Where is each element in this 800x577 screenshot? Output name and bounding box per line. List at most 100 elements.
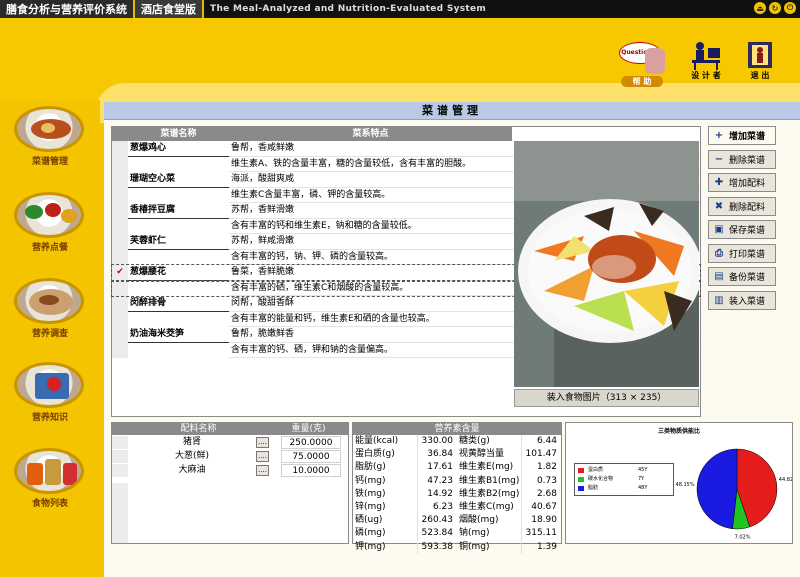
- pie-slice-label: 48.15%: [676, 482, 695, 488]
- nutrient-value: 0.73: [521, 474, 561, 488]
- button-label: 装入菜谱: [729, 296, 766, 307]
- browse-button[interactable]: ....: [256, 451, 269, 462]
- pie-slice-label: 7.02%: [735, 535, 751, 541]
- nutrient-row: 锌(mg) 6.23: [353, 500, 457, 515]
- sidebar-item-nutrition-knowledge[interactable]: 营养知识: [14, 362, 86, 423]
- nutrient-row: 视黄醇当量 101.47: [457, 448, 561, 462]
- button-label: 增加配料: [729, 179, 766, 189]
- exit-button[interactable]: 退 出: [738, 40, 782, 81]
- main-area: 菜谱管理 菜谱名称 菜系特点 葱爆鸡心 鲁帮，香咸鲜嫩 维生素A、铁的含量丰富，糖的…: [104, 102, 800, 577]
- ingredient-rows: 猪肾.... 250.0000 大葱(鲜).... 75.0000 大麻油.... 10.…: [112, 436, 348, 477]
- nutrient-label: 钠(mg): [459, 528, 490, 539]
- english-title: The Meal-Analyzed and Nutrition-Evaluate…: [210, 4, 487, 14]
- ingredient-name: 大葱(鲜): [174, 451, 210, 461]
- nutrient-row: 脂肪(g) 17.61: [353, 461, 457, 475]
- nutrients-left-column: 能量(kcal) 330.00 蛋白质(g) 36.84 脂肪(g) 17.61 钙(mg)…: [353, 435, 457, 554]
- nutrient-value: 330.00: [417, 435, 457, 449]
- app-title: 膳食分析与营养评价系统: [0, 0, 135, 18]
- save-recipe-button[interactable]: ▣ 保存菜谱: [708, 220, 776, 239]
- nutrient-row: 能量(kcal) 330.00: [353, 435, 457, 449]
- nutrients-title: 营养素含量: [353, 423, 561, 435]
- minimize-icon[interactable]: ⏏: [754, 2, 766, 14]
- edition-title: 酒店食堂版: [135, 0, 204, 18]
- nutrient-label: 维生素B1(mg): [459, 475, 520, 486]
- help-label: 帮 助: [621, 76, 663, 87]
- ingredient-row[interactable]: 大葱(鲜).... 75.0000: [112, 450, 348, 463]
- sidebar-item-recipe-management[interactable]: 菜谱管理: [14, 106, 86, 167]
- power-icon[interactable]: ⏻: [784, 2, 796, 14]
- nutrient-row: 钙(mg) 47.23: [353, 474, 457, 488]
- pie-slice-2: [696, 448, 738, 530]
- designer-label: 设 计 者: [691, 71, 721, 80]
- col-recipe-features: 菜系特点: [352, 129, 389, 139]
- backup-icon: ▤: [714, 271, 724, 282]
- button-label: 打印菜谱: [729, 249, 766, 260]
- energy-ratio-chart: 三类物质供能比 蛋白质45Y碳水化合物7Y脂肪48Y 44.82%7.02%48…: [565, 422, 793, 544]
- sidebar-item-label: 营养点餐: [31, 243, 68, 253]
- browse-button[interactable]: ....: [256, 437, 269, 448]
- sidebar-item-meal-ordering[interactable]: 营养点餐: [14, 192, 86, 253]
- nutrient-label: 蛋白质(g): [355, 449, 395, 460]
- nutrient-label: 烟酸(mg): [459, 515, 499, 526]
- nutrients-panel: 营养素含量 能量(kcal) 330.00 蛋白质(g) 36.84 脂肪(g) 17.6…: [352, 422, 562, 554]
- plus-icon: +: [714, 130, 724, 141]
- nutrient-label: 钙(mg): [355, 475, 386, 486]
- recipe-name: 葱爆腰花: [128, 265, 229, 281]
- backup-recipe-button[interactable]: ▤ 备份菜谱: [708, 267, 776, 286]
- food-photo[interactable]: [514, 141, 699, 387]
- load-photo-button[interactable]: 装入食物图片（313 × 235）: [514, 389, 699, 407]
- sidebar-item-label: 食物列表: [31, 499, 68, 509]
- designer-button[interactable]: 设 计 者: [684, 40, 728, 81]
- help-icon: Questions?: [617, 40, 667, 76]
- exit-label: 退 出: [750, 71, 770, 80]
- browse-button[interactable]: ....: [256, 465, 269, 476]
- title-bar: 膳食分析与营养评价系统 酒店食堂版 The Meal-Analyzed and …: [0, 0, 800, 18]
- nutrient-label: 磷(mg): [355, 528, 386, 539]
- help-button[interactable]: Questions? 帮 助: [614, 40, 670, 87]
- nutrient-value: 101.47: [521, 448, 561, 462]
- nutrient-value: 47.23: [417, 474, 457, 488]
- save-icon: ▣: [714, 224, 724, 235]
- ingredient-weight[interactable]: 75.0000: [281, 450, 341, 463]
- nutrient-label: 脂肪(g): [355, 462, 386, 473]
- add-recipe-button[interactable]: + 增加菜谱: [708, 126, 776, 145]
- sidebar-item-nutrition-survey[interactable]: 营养调查: [14, 278, 86, 339]
- button-label: 保存菜谱: [729, 226, 766, 236]
- delete-recipe-button[interactable]: − 删除菜谱: [708, 149, 776, 169]
- delete-ingredient-button[interactable]: ✖ 删除配料: [708, 196, 776, 216]
- printer-icon: ⎙: [715, 247, 723, 259]
- print-recipe-button[interactable]: ⎙ 打印菜谱: [708, 243, 776, 263]
- add-ingredient-button[interactable]: ✚ 增加配料: [708, 173, 776, 192]
- load-recipe-button[interactable]: ▥ 装入菜谱: [708, 290, 776, 310]
- row-gutter: [112, 172, 128, 188]
- exit-door-icon: [742, 40, 778, 70]
- ingredient-row[interactable]: 大麻油.... 10.0000: [112, 464, 348, 477]
- sidebar-item-food-list[interactable]: 食物列表: [14, 448, 86, 509]
- restore-icon[interactable]: ↻: [769, 2, 781, 14]
- nutrient-row: 糖类(g) 6.44: [457, 435, 561, 449]
- row-gutter: [112, 327, 128, 343]
- delete-ingredient-icon: ✖: [714, 200, 724, 212]
- survey-food-icon: [14, 278, 84, 324]
- ingredients-panel: 配料名称 重量(克) 猪肾.... 250.0000 大葱(鲜).... 75.000…: [111, 422, 349, 544]
- button-label: 备份菜谱: [729, 273, 766, 283]
- meal-plate-icon: [14, 192, 84, 238]
- ingredient-weight[interactable]: 250.0000: [281, 436, 341, 449]
- nutrient-label: 铁(mg): [355, 488, 386, 499]
- nutrient-row: 钾(mg) 593.38: [353, 540, 457, 554]
- col-ingredient-name: 配料名称: [180, 424, 217, 434]
- nutrient-label: 钾(mg): [355, 541, 386, 552]
- recipe-name: 奶油海米茭笋: [128, 327, 229, 343]
- ingredient-row[interactable]: 猪肾.... 250.0000: [112, 436, 348, 449]
- nutrient-value: 593.38: [417, 540, 457, 554]
- nutrient-label: 视黄醇当量: [459, 449, 505, 460]
- nutrient-label: 维生素C(mg): [459, 501, 514, 512]
- ingredient-weight[interactable]: 10.0000: [281, 464, 341, 477]
- pie-chart: 44.82% 7.02% 48.15%: [676, 448, 793, 541]
- recipe-dish-icon: [14, 106, 84, 152]
- recipe-name: 芙蓉虾仁: [128, 234, 229, 250]
- sidebar-item-label: 菜谱管理: [31, 157, 68, 167]
- nutrient-row: 维生素B2(mg) 2.68: [457, 487, 561, 501]
- pie-slice-label: 44.82%: [779, 477, 793, 483]
- row-gutter: [112, 234, 128, 250]
